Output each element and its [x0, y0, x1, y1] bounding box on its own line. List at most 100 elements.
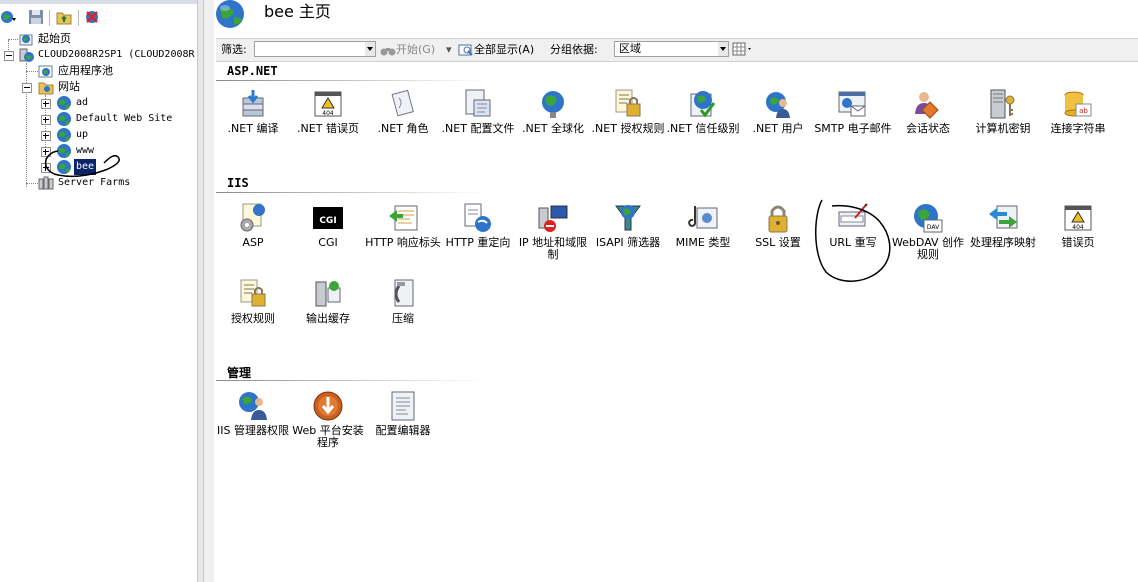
tree-site-default-web-site[interactable]: Default Web Site	[56, 111, 196, 127]
feature-label: ASP	[242, 236, 264, 249]
svg-text:DAV: DAV	[927, 224, 940, 231]
manager-permissions-icon	[237, 390, 269, 422]
feature-label: .NET 角色	[377, 122, 429, 135]
feature-compression[interactable]: 压缩	[364, 278, 442, 338]
feature-compile[interactable]: .NET 编译	[214, 88, 292, 148]
feature-handler-mappings[interactable]: 处理程序映射	[964, 202, 1042, 262]
web-platform-installer-icon	[312, 390, 344, 422]
feature-url-rewrite[interactable]: URL 重写	[814, 202, 892, 262]
feature-ip-restrictions[interactable]: IP 地址和域限制	[514, 202, 592, 262]
server-collapse-toggle[interactable]	[4, 51, 14, 61]
feature-session-state[interactable]: 会话状态	[889, 88, 967, 148]
feature-cgi[interactable]: CGI CGI	[289, 202, 367, 262]
feature-authorization-rules[interactable]: 授权规则	[214, 278, 292, 338]
feature-ssl-lock[interactable]: SSL 设置	[739, 202, 817, 262]
feature-manager-permissions[interactable]: IIS 管理器权限	[214, 390, 292, 450]
feature-label: HTTP 重定向	[445, 236, 511, 249]
svg-text:404: 404	[1072, 224, 1084, 231]
tree-server-farms[interactable]: Server Farms	[38, 175, 188, 191]
app-pools-icon	[38, 63, 54, 79]
feature-http-headers[interactable]: HTTP 响应标头	[364, 202, 442, 262]
feature-isapi-filter[interactable]: ISAPI 筛选器	[589, 202, 667, 262]
feature-label: Web 平台安装程序	[292, 424, 364, 449]
isapi-filter-icon	[612, 202, 644, 234]
connect-globe-icon[interactable]	[0, 9, 16, 25]
ssl-lock-icon	[762, 202, 794, 234]
feature-label: HTTP 响应标头	[365, 236, 441, 249]
connections-toolbar	[0, 6, 197, 30]
feature-error-pages[interactable]: 404 错误页	[1039, 202, 1117, 262]
cgi-icon: CGI	[312, 202, 344, 234]
feature-label: 压缩	[392, 312, 414, 325]
server-farms-icon	[38, 175, 54, 191]
feature-label: 提	[1114, 123, 1138, 135]
feature-profile[interactable]: .NET 配置文件	[439, 88, 517, 148]
authorization-rules-icon	[237, 278, 269, 310]
tree-sites[interactable]: 网站	[38, 79, 188, 95]
site-bee-expand-toggle[interactable]	[41, 163, 51, 173]
trust-level-icon	[687, 88, 719, 120]
tree-start-page[interactable]: 起始页	[18, 31, 188, 47]
feature-machine-key[interactable]: 计算机密钥	[964, 88, 1042, 148]
tree-site-bee[interactable]: bee	[56, 159, 186, 175]
mime-types-icon	[687, 202, 719, 234]
disconnect-icon[interactable]	[84, 9, 100, 25]
feature-authorization[interactable]: .NET 授权规则	[589, 88, 667, 148]
feature-users[interactable]: .NET 用户	[739, 88, 817, 148]
pane-splitter[interactable]	[197, 0, 204, 582]
profile-icon	[462, 88, 494, 120]
error-pages-icon: 404	[1062, 202, 1094, 234]
feature-asp[interactable]: ASP	[214, 202, 292, 262]
site-default-expand-toggle[interactable]	[41, 115, 51, 125]
connections-pane: 起始页 CLOUD2008R2SP1 (CLOUD2008R 应用程序池 网站	[0, 0, 197, 582]
feature-output-cache[interactable]: 输出缓存	[289, 278, 367, 338]
site-www-expand-toggle[interactable]	[41, 147, 51, 157]
site-globe-icon	[56, 95, 72, 111]
site-ad-expand-toggle[interactable]	[41, 99, 51, 109]
feature-mime-types[interactable]: MIME 类型	[664, 202, 742, 262]
feature-roles[interactable]: .NET 角色	[364, 88, 442, 148]
feature-label: 处理程序映射	[970, 236, 1036, 249]
connections-title-bar	[0, 0, 197, 4]
feature-smtp[interactable]: SMTP 电子邮件	[814, 88, 892, 148]
feature-configuration-editor[interactable]: 配置编辑器	[364, 390, 442, 450]
compile-icon	[237, 88, 269, 120]
up-folder-icon[interactable]	[56, 9, 72, 25]
feature-label: .NET 编译	[227, 122, 279, 135]
feature-label: URL 重写	[829, 236, 877, 249]
tree-site-ad[interactable]: ad	[56, 95, 186, 111]
ip-restrictions-icon	[537, 202, 569, 234]
tree-server[interactable]: CLOUD2008R2SP1 (CLOUD2008R	[18, 47, 197, 63]
session-state-icon	[912, 88, 944, 120]
feature-label: 输出缓存	[306, 312, 350, 325]
feature-web-platform-installer[interactable]: Web 平台安装程序	[289, 390, 367, 450]
feature-trust-level[interactable]: .NET 信任级别	[664, 88, 742, 148]
save-icon[interactable]	[28, 9, 44, 25]
url-rewrite-icon	[837, 202, 869, 234]
http-redirect-icon	[462, 202, 494, 234]
webdav-icon: DAV	[912, 202, 944, 234]
roles-icon	[387, 88, 419, 120]
tree-site-www[interactable]: www	[56, 143, 186, 159]
site-up-expand-toggle[interactable]	[41, 131, 51, 141]
feature-webdav[interactable]: DAV WebDAV 创作规则	[889, 202, 967, 262]
sites-folder-icon	[38, 79, 54, 95]
feature-http-redirect[interactable]: HTTP 重定向	[439, 202, 517, 262]
feature-label: CGI	[318, 236, 338, 249]
feature-globalization[interactable]: .NET 全球化	[514, 88, 592, 148]
start-page-icon	[18, 31, 34, 47]
tree-app-pools[interactable]: 应用程序池	[38, 63, 188, 79]
feature-connection-string[interactable]: ab 连接字符串	[1039, 88, 1117, 148]
handler-mappings-icon	[987, 202, 1019, 234]
feature-providers[interactable]: 提	[1114, 88, 1138, 148]
smtp-icon	[837, 88, 869, 120]
users-icon	[762, 88, 794, 120]
feature-error-page[interactable]: 404 .NET 错误页	[289, 88, 367, 148]
error-page-icon: 404	[312, 88, 344, 120]
sites-collapse-toggle[interactable]	[22, 83, 32, 93]
tree-site-up[interactable]: up	[56, 127, 186, 143]
site-globe-icon	[56, 143, 72, 159]
output-cache-icon	[312, 278, 344, 310]
configuration-editor-icon	[387, 390, 419, 422]
feature-label: 计算机密钥	[975, 122, 1031, 135]
